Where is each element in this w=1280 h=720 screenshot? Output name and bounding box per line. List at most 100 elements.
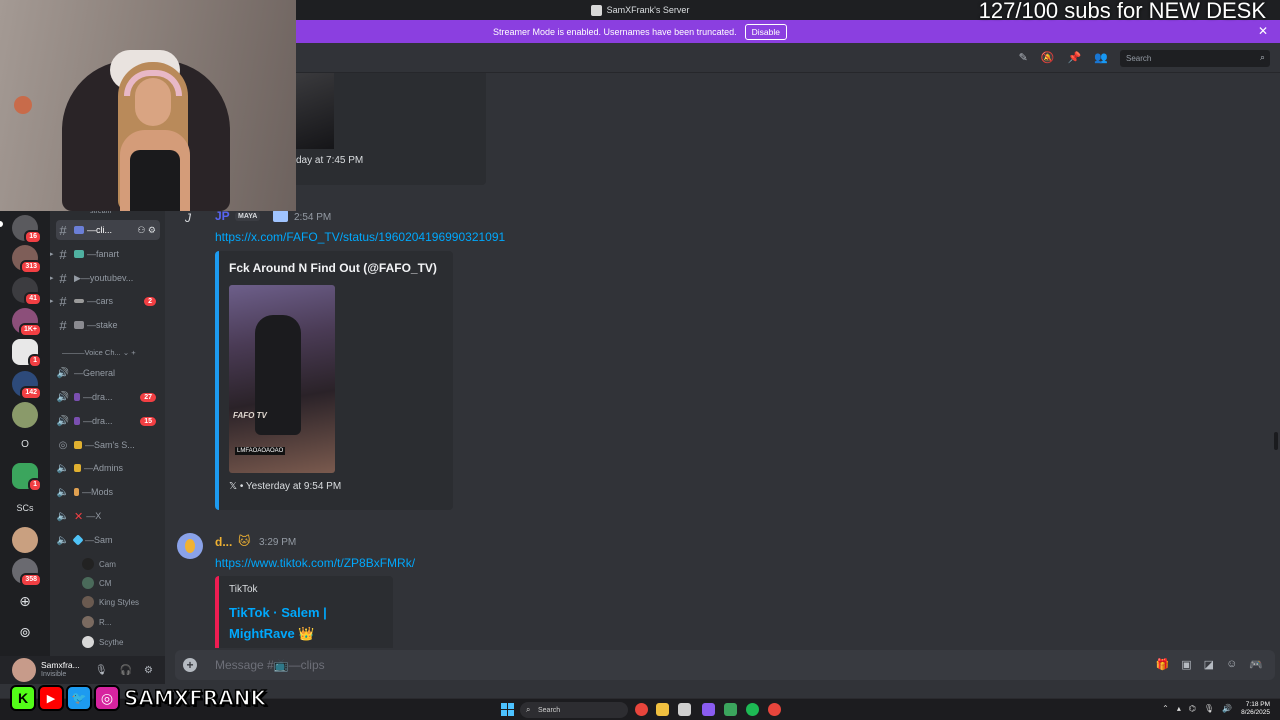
person-icon xyxy=(74,488,79,496)
channel-item-fanart[interactable]: ▸ # —fanart xyxy=(50,244,160,264)
clock-time: 7:18 PM xyxy=(1245,701,1270,708)
message-input[interactable]: + Message #📺—clips 🎁 ▣ ◪ ☺ 🎮 xyxy=(175,650,1275,680)
message-composer: + Message #📺—clips 🎁 ▣ ◪ ☺ 🎮 xyxy=(165,648,1280,684)
server-item-text[interactable]: SCs xyxy=(12,498,38,518)
cat-icon: 🐱 xyxy=(238,534,251,548)
taskbar-search[interactable]: ⌕ Search xyxy=(520,702,628,718)
chevron-down-icon: ⌄ xyxy=(122,348,130,357)
channel-item-youtube[interactable]: ▸ # ▶—youtubev... xyxy=(50,268,160,288)
server-item[interactable]: 358 xyxy=(12,558,42,587)
hash-icon: # xyxy=(59,270,67,286)
spotify-icon[interactable] xyxy=(746,703,759,716)
gift-icon[interactable]: 🎁 xyxy=(1156,658,1170,671)
user-status: Invisible xyxy=(41,671,67,678)
avatar[interactable] xyxy=(177,533,203,559)
server-item[interactable]: 41 xyxy=(12,277,42,306)
social-overlay: K ▶ 🐦 ◎ SAMXFRANK xyxy=(10,684,267,712)
voice-channel-dra-2[interactable]: 🔊 —dra... 15 xyxy=(56,411,160,431)
user-info[interactable]: Samxfra... Invisible xyxy=(41,660,80,680)
xbox-icon[interactable] xyxy=(724,703,737,716)
message-list: day at 7:45 PM J JP MAYA 2:54 PM https:/… xyxy=(165,73,1280,648)
add-channel-icon[interactable]: + xyxy=(131,348,135,357)
voice-user[interactable]: R... xyxy=(82,614,111,630)
voice-channel-x[interactable]: 🔈 ✕ —X xyxy=(56,506,160,526)
mute-icon[interactable]: 🔕 xyxy=(1041,51,1055,64)
message-link[interactable]: https://x.com/FAFO_TV/status/19602041969… xyxy=(215,230,505,244)
embed-thumbnail[interactable] xyxy=(296,73,334,149)
add-attachment-icon[interactable]: + xyxy=(183,658,197,672)
gear-icon[interactable]: ⚙ xyxy=(144,665,153,676)
voice-user[interactable]: King Styles xyxy=(82,594,139,610)
channel-item-clips[interactable]: # —cli... ⚇ ⚙ xyxy=(56,220,160,240)
chevron-up-icon[interactable]: ⌃ xyxy=(1162,704,1169,713)
channel-settings-icon[interactable]: ⚇ ⚙ xyxy=(137,225,156,236)
embed-title[interactable]: TikTok · Salem | MightRave 👑 xyxy=(229,602,359,644)
headphones-icon[interactable]: 🎧 xyxy=(120,665,132,676)
discord-app-icon[interactable] xyxy=(702,703,715,716)
kick-icon: K xyxy=(10,685,36,711)
store-icon[interactable] xyxy=(678,703,691,716)
network-icon[interactable]: ⌬ xyxy=(1189,704,1196,713)
diamond-icon xyxy=(72,534,84,546)
sticker-icon[interactable]: ◪ xyxy=(1204,658,1214,671)
art-icon xyxy=(74,250,84,258)
channel-name: —Mods xyxy=(82,487,114,497)
server-item[interactable] xyxy=(12,527,38,553)
channel-item-stake[interactable]: # —stake xyxy=(56,315,160,335)
member-list-icon[interactable]: 👥 xyxy=(1094,51,1108,64)
chrome-icon[interactable] xyxy=(768,703,781,716)
voice-channel-admins[interactable]: 🔈 —Admins xyxy=(56,458,160,478)
scrollbar[interactable] xyxy=(1274,432,1278,450)
voice-user[interactable]: Scythe xyxy=(82,634,123,650)
close-icon[interactable]: ✕ xyxy=(1258,24,1268,38)
volume-icon[interactable]: 🔊 xyxy=(1222,704,1232,713)
apps-icon[interactable]: 🎮 xyxy=(1249,658,1263,671)
server-item[interactable]: 16 xyxy=(12,215,42,244)
tray-app-icon[interactable]: ▴ xyxy=(1177,704,1181,713)
gif-icon[interactable]: ▣ xyxy=(1181,658,1191,671)
mic-tray-icon[interactable]: 🎙 xyxy=(1204,704,1214,713)
webcam-ball xyxy=(14,96,32,114)
voice-user[interactable]: Cam xyxy=(82,556,116,572)
twitter-embed: Fck Around N Find Out (@FAFO_TV) FAFO TV… xyxy=(215,251,453,510)
voice-channel-dra-1[interactable]: 🔊 —dra... 27 xyxy=(56,387,160,407)
embed-video[interactable]: FAFO TV LMFAOAOAOAO xyxy=(229,285,335,473)
server-item[interactable]: 1K+ xyxy=(12,308,42,337)
streamer-handle: SAMXFRANK xyxy=(123,685,266,711)
search-input[interactable]: Search ⌕ xyxy=(1120,50,1270,67)
server-item[interactable] xyxy=(12,402,38,428)
emoji-icon[interactable]: ☺ xyxy=(1226,658,1237,671)
server-item[interactable]: 1 xyxy=(12,463,42,492)
voice-channel-sams-stage[interactable]: ◎ —Sam's S... xyxy=(56,435,160,455)
voice-channel-mods[interactable]: 🔈 —Mods xyxy=(56,482,160,502)
avatar[interactable]: J xyxy=(185,211,191,225)
server-item[interactable]: 142 xyxy=(12,371,42,400)
message-timestamp: 3:29 PM xyxy=(259,537,297,548)
embed-title[interactable]: Fck Around N Find Out (@FAFO_TV) xyxy=(229,261,437,275)
threads-icon[interactable]: ✎ xyxy=(1019,51,1028,64)
message-link[interactable]: https://www.tiktok.com/t/ZP8BxFMRk/ xyxy=(215,556,415,570)
voice-channel-general[interactable]: 🔊 —General xyxy=(56,363,160,383)
taskbar-clock[interactable]: 7:18 PM 8/26/2025 xyxy=(1241,701,1270,717)
channel-name: —fanart xyxy=(87,249,120,259)
pin-icon[interactable]: 📌 xyxy=(1068,51,1082,64)
channel-item-cars[interactable]: ▸ # —cars 2 xyxy=(50,291,160,311)
microphone-icon[interactable]: 🎙 xyxy=(95,665,108,676)
add-server-icon[interactable]: ⊕ xyxy=(12,591,38,611)
disable-streamer-mode-button[interactable]: Disable xyxy=(744,23,787,40)
voice-channel-sam[interactable]: 🔈 —Sam xyxy=(56,530,160,550)
chrome-icon[interactable] xyxy=(635,703,648,716)
channel-name: —X xyxy=(86,511,102,521)
server-item[interactable]: 313 xyxy=(12,245,42,274)
server-item[interactable]: 1 xyxy=(12,339,42,368)
voice-category-header[interactable]: ———Voice Ch... ⌄ + xyxy=(62,348,136,357)
avatar[interactable] xyxy=(12,658,36,682)
voice-user[interactable]: CM xyxy=(82,575,111,591)
discover-icon[interactable]: ⊚ xyxy=(12,622,38,642)
message-author[interactable]: JP xyxy=(215,209,230,223)
file-explorer-icon[interactable] xyxy=(656,703,669,716)
windows-start-icon[interactable] xyxy=(501,703,514,716)
message-author[interactable]: d... xyxy=(215,535,232,549)
server-icon xyxy=(590,4,602,16)
server-item-text[interactable]: O xyxy=(12,435,38,455)
